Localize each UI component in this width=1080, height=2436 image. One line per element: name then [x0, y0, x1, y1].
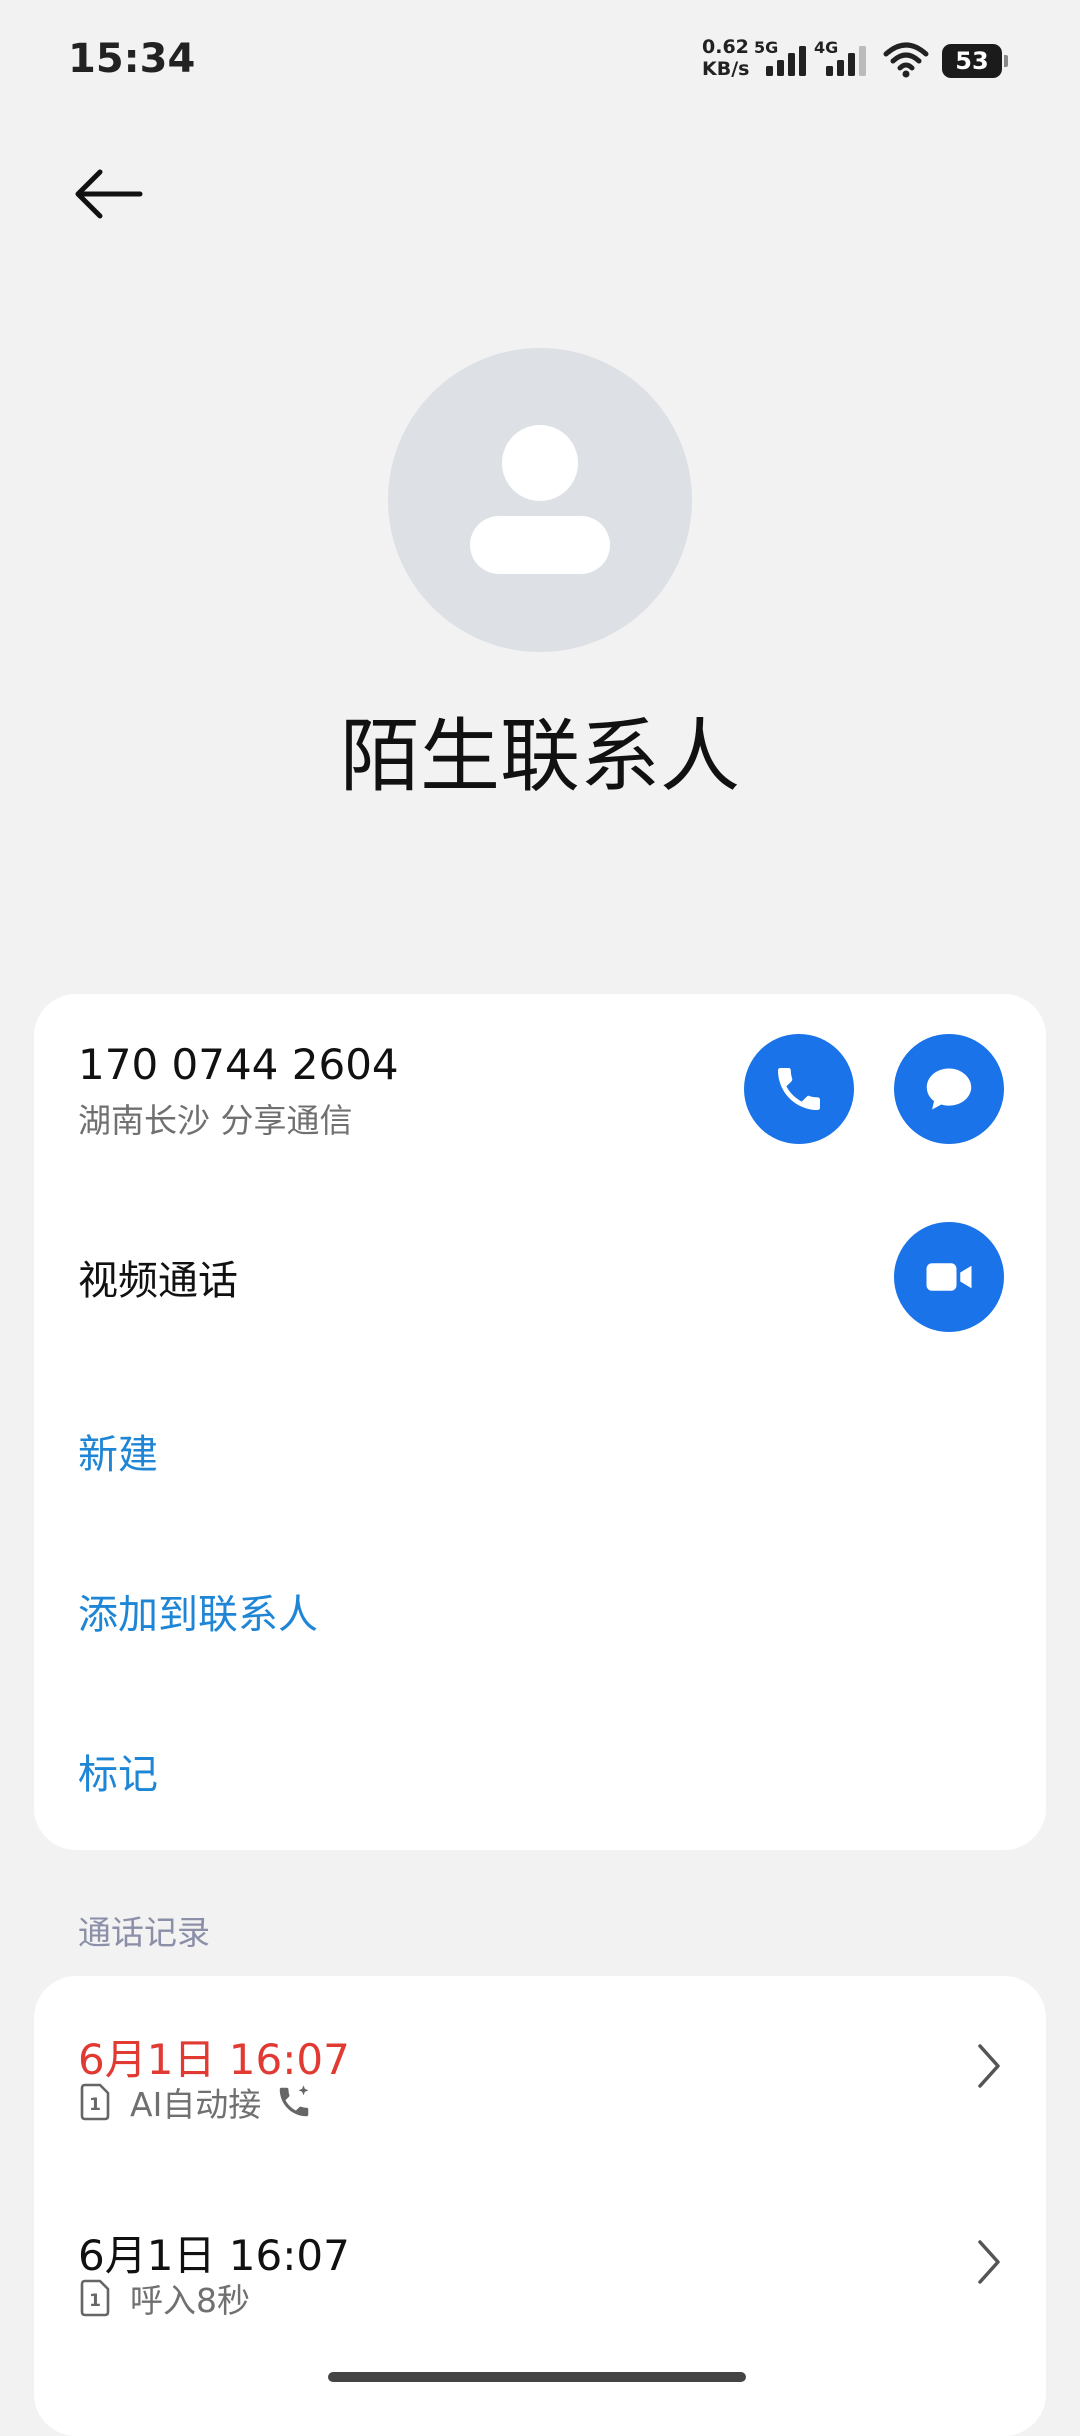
phone-location: 湖南长沙 分享通信 — [78, 1101, 353, 1140]
message-icon — [926, 1068, 972, 1110]
mark-number-button[interactable]: 标记 — [78, 1742, 158, 1800]
battery-indicator: 53 — [942, 44, 1008, 78]
new-contact-button[interactable]: 新建 — [78, 1422, 158, 1480]
call-log-detail: 呼入8秒 — [130, 2281, 250, 2320]
signal-sim1-icon — [766, 46, 806, 76]
sim-card-icon: 1 — [80, 2083, 110, 2121]
message-button[interactable] — [894, 1034, 1004, 1144]
arrow-left-icon — [75, 169, 143, 219]
call-log-detail-row: 1 呼入8秒 — [78, 2276, 250, 2320]
chevron-right-icon — [978, 2240, 1000, 2284]
video-call-label: 视频通话 — [78, 1258, 238, 1304]
call-log-detail-row: 1 AI自动接 — [78, 2080, 313, 2124]
status-bar: 15:34 0.62 KB/s 5G 4G 53 — [0, 0, 1080, 120]
call-log-title: 通话记录 — [78, 1913, 210, 1952]
phone-number: 170 0744 2604 — [78, 1040, 399, 1089]
wifi-icon — [883, 42, 929, 78]
contact-actions-card: 170 0744 2604 湖南长沙 分享通信 视频通话 新建 添加到联系人 标… — [34, 994, 1046, 1850]
call-log-detail: AI自动接 — [130, 2085, 262, 2124]
contact-avatar — [388, 348, 692, 652]
call-button[interactable] — [744, 1034, 854, 1144]
video-call-button[interactable] — [894, 1222, 1004, 1332]
sim-slot-number: 1 — [89, 2095, 101, 2115]
phone-ai-icon — [280, 2085, 309, 2117]
network-speed-value: 0.62 — [702, 36, 749, 58]
back-button[interactable] — [74, 166, 146, 222]
network-speed-unit: KB/s — [702, 58, 750, 80]
network-speed: 0.62 KB/s — [702, 36, 749, 80]
contact-name: 陌生联系人 — [340, 710, 740, 803]
add-to-contacts-button[interactable]: 添加到联系人 — [78, 1582, 318, 1640]
call-log-entry[interactable]: 6月1日 16:07 1 呼入8秒 — [34, 2172, 1046, 2362]
signal-sim2-icon — [826, 46, 866, 76]
call-log-entry[interactable]: 6月1日 16:07 1 AI自动接 — [34, 1976, 1046, 2166]
phone-icon — [778, 1068, 820, 1110]
chevron-right-icon — [978, 2044, 1000, 2088]
sim-card-icon: 1 — [80, 2279, 110, 2317]
status-time: 15:34 — [68, 36, 196, 82]
video-camera-icon — [926, 1263, 972, 1291]
home-indicator[interactable] — [328, 2372, 746, 2382]
sim-slot-number: 1 — [89, 2291, 101, 2311]
call-log-card: 6月1日 16:07 1 AI自动接 6月1日 16:07 1 呼入8秒 — [34, 1976, 1046, 2436]
